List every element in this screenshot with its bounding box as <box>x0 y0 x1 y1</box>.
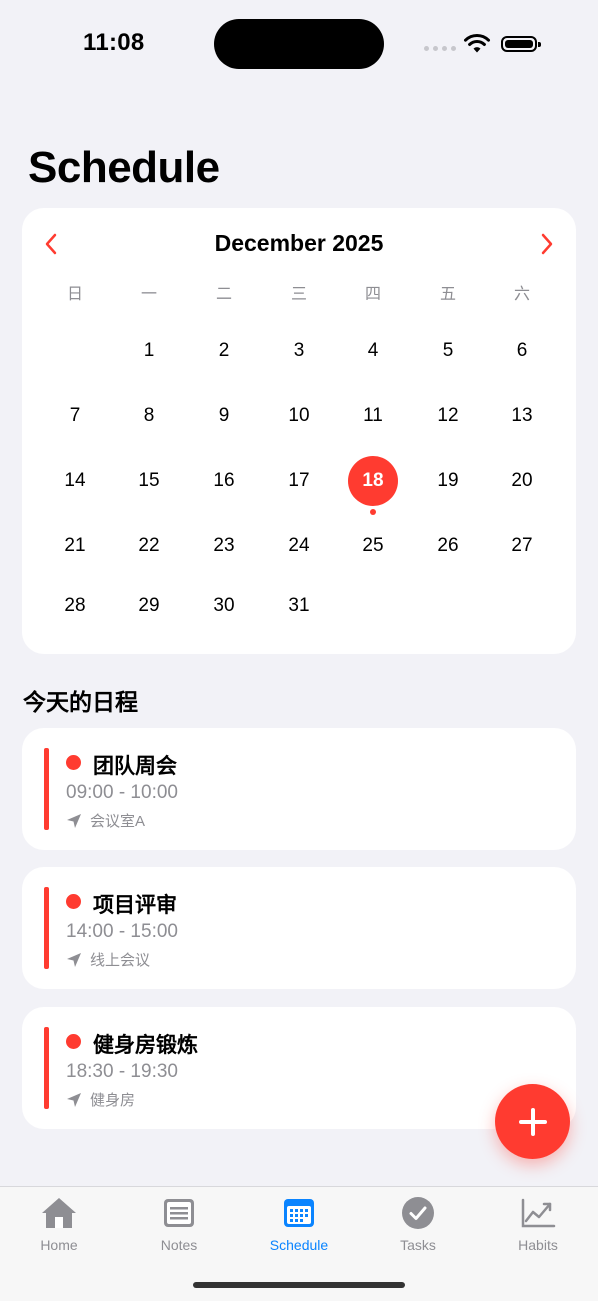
event-color-bar <box>44 1027 49 1109</box>
tab-habits-label: Habits <box>518 1237 558 1253</box>
event-location-label: 会议室A <box>90 813 146 830</box>
chevron-right-icon[interactable] <box>534 232 558 256</box>
calendar-day[interactable]: 22 <box>124 521 174 571</box>
add-event-button[interactable] <box>495 1084 570 1159</box>
calendar-day[interactable]: 30 <box>199 581 249 631</box>
calendar-day[interactable]: 1 <box>124 326 174 376</box>
calendar-day[interactable]: 11 <box>348 391 398 441</box>
notes-icon <box>164 1199 194 1227</box>
today-section-title: 今天的日程 <box>23 689 138 715</box>
calendar-day[interactable]: 7 <box>50 391 100 441</box>
calendar-day[interactable]: 9 <box>199 391 249 441</box>
chart-line-icon <box>521 1198 556 1228</box>
tab-habits[interactable]: Habits <box>488 1195 588 1253</box>
calendar-day[interactable]: 27 <box>497 521 547 571</box>
calendar-day[interactable]: 5 <box>423 326 473 376</box>
calendar-day[interactable]: 10 <box>274 391 324 441</box>
tab-tasks-label: Tasks <box>400 1237 436 1253</box>
tab-home[interactable]: Home <box>9 1195 109 1253</box>
calendar-day[interactable]: 29 <box>124 581 174 631</box>
event-location: 线上会议 <box>66 949 150 970</box>
calendar-icon <box>284 1199 314 1227</box>
event-location-label: 线上会议 <box>90 952 151 969</box>
event-location: 会议室A <box>66 810 145 831</box>
event-time: 09:00 - 10:00 <box>66 782 178 803</box>
event-card[interactable]: 健身房锻炼 18:30 - 19:30 健身房 <box>22 1007 576 1129</box>
calendar-day[interactable]: 31 <box>274 581 324 631</box>
status-time: 11:08 <box>83 29 145 56</box>
calendar-day[interactable]: 2 <box>199 326 249 376</box>
tab-tasks[interactable]: Tasks <box>368 1195 468 1253</box>
tab-notes[interactable]: Notes <box>129 1195 229 1253</box>
calendar-day[interactable]: 17 <box>274 456 324 506</box>
weekday-label: 四 <box>364 286 381 303</box>
location-arrow-icon <box>67 1092 81 1107</box>
calendar-day[interactable]: 8 <box>124 391 174 441</box>
checkmark-circle-icon <box>402 1197 434 1229</box>
weekday-label: 二 <box>215 286 232 303</box>
calendar-day[interactable]: 4 <box>348 326 398 376</box>
wifi-icon <box>464 34 490 53</box>
event-title: 项目评审 <box>93 894 177 917</box>
calendar-day[interactable]: 24 <box>274 521 324 571</box>
event-card[interactable]: 团队周会 09:00 - 10:00 会议室A <box>22 728 576 850</box>
event-title: 团队周会 <box>93 755 177 778</box>
calendar-day[interactable]: 19 <box>423 456 473 506</box>
location-arrow-icon <box>67 952 81 967</box>
event-time: 18:30 - 19:30 <box>66 1061 178 1082</box>
battery-icon <box>501 36 541 52</box>
calendar-day-selected[interactable]: 18 <box>348 456 398 506</box>
calendar-day[interactable]: 13 <box>497 391 547 441</box>
event-color-bar <box>44 748 49 830</box>
calendar-day[interactable]: 14 <box>50 456 100 506</box>
calendar-day[interactable]: 28 <box>50 581 100 631</box>
weekday-label: 三 <box>290 286 307 303</box>
plus-icon <box>518 1107 547 1136</box>
dynamic-island <box>214 19 384 69</box>
tab-home-label: Home <box>40 1237 78 1253</box>
location-arrow-icon <box>67 813 81 828</box>
event-color-dot <box>66 755 81 770</box>
house-icon <box>42 1198 76 1228</box>
event-title: 健身房锻炼 <box>93 1034 198 1057</box>
calendar-day[interactable]: 20 <box>497 456 547 506</box>
event-color-dot <box>66 1034 81 1049</box>
event-location-label: 健身房 <box>90 1092 136 1109</box>
weekday-label: 六 <box>513 286 530 303</box>
calendar-day[interactable]: 16 <box>199 456 249 506</box>
event-time: 14:00 - 15:00 <box>66 921 178 942</box>
calendar-day[interactable]: 21 <box>50 521 100 571</box>
tab-schedule-label: Schedule <box>269 1237 329 1253</box>
calendar-day[interactable]: 15 <box>124 456 174 506</box>
calendar-day[interactable]: 6 <box>497 326 547 376</box>
calendar-day[interactable]: 23 <box>199 521 249 571</box>
weekday-label: 一 <box>140 286 157 303</box>
calendar-month-label: December 2025 <box>214 230 384 256</box>
event-location: 健身房 <box>66 1089 135 1110</box>
weekday-label: 日 <box>66 286 83 303</box>
event-card[interactable]: 项目评审 14:00 - 15:00 线上会议 <box>22 867 576 989</box>
calendar-day[interactable]: 25 <box>348 521 398 571</box>
calendar-day[interactable]: 3 <box>274 326 324 376</box>
weekday-label: 五 <box>439 286 456 303</box>
event-color-dot <box>66 894 81 909</box>
page-title: Schedule <box>28 143 220 192</box>
cellular-signal-icon <box>424 46 456 51</box>
calendar-day[interactable]: 12 <box>423 391 473 441</box>
calendar-card: December 2025 日一二三四五六 1 2 3 4 5 6 7 8 9 10 11 12 13 14… <box>22 208 576 654</box>
home-indicator <box>193 1282 405 1288</box>
calendar-day[interactable]: 26 <box>423 521 473 571</box>
event-color-bar <box>44 887 49 969</box>
tab-schedule[interactable]: Schedule <box>249 1195 349 1253</box>
tab-notes-label: Notes <box>160 1237 198 1253</box>
event-indicator-dot <box>370 509 376 515</box>
